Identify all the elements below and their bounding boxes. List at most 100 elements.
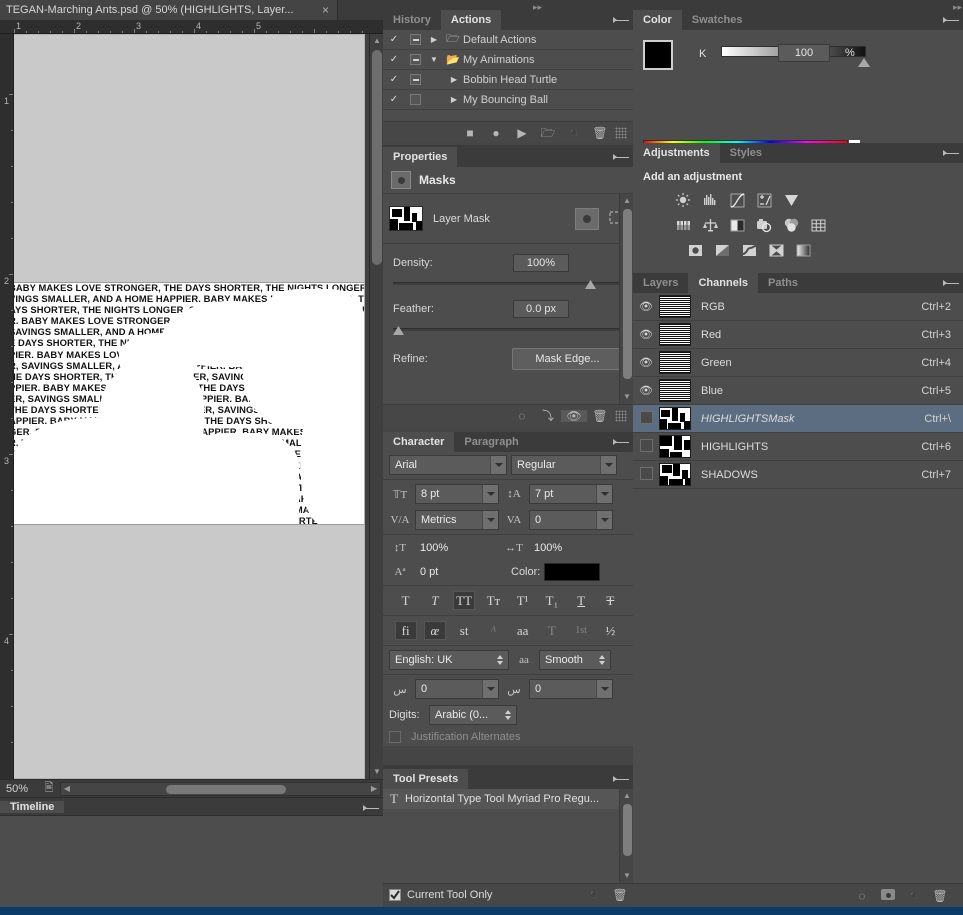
zoom-level[interactable]: 50% (0, 783, 38, 795)
scroll-up-icon[interactable]: ▲ (620, 789, 634, 803)
chevron-down-icon[interactable]: ▼ (425, 55, 443, 64)
action-dialog-toggle[interactable] (405, 54, 425, 65)
new-preset-icon[interactable]: ◾ (581, 889, 607, 901)
scroll-down-icon[interactable]: ▼ (620, 390, 634, 404)
standard-ligatures-button[interactable]: fi (394, 621, 417, 640)
tool-preset-item[interactable]: T Horizontal Type Tool Myriad Pro Regu..… (383, 789, 633, 809)
play-icon[interactable]: ▶ (509, 127, 535, 139)
scroll-down-icon[interactable]: ▼ (370, 765, 383, 779)
delete-channel-icon[interactable]: 🗑 (927, 890, 953, 902)
stop-icon[interactable]: ■ (457, 127, 483, 139)
close-icon[interactable]: × (318, 4, 333, 16)
channel-row-highlightsmask[interactable]: HIGHLIGHTSMask Ctrl+\ (633, 405, 963, 433)
color-balance-icon[interactable] (698, 214, 722, 236)
panel-drag-strip[interactable]: ▸▸ ▸▸ (383, 0, 963, 12)
action-dialog-toggle[interactable] (405, 74, 425, 85)
tab-actions[interactable]: Actions (440, 10, 502, 30)
timeline-body[interactable] (0, 816, 383, 907)
density-value[interactable]: 100% (513, 254, 569, 272)
record-icon[interactable]: ● (483, 127, 509, 139)
actions-list[interactable]: ✓ ▶ 🗁 Default Actions ✓ ▼ 📂 My Animation… (383, 30, 633, 121)
brightness-contrast-icon[interactable] (671, 189, 695, 211)
channel-row-rgb[interactable]: 👁 RGB Ctrl+2 (633, 293, 963, 321)
action-enabled-check[interactable]: ✓ (383, 94, 405, 105)
action-row-bobbin-head-turtle[interactable]: ✓ ▶ Bobbin Head Turtle (383, 70, 633, 90)
feather-value[interactable]: 0.0 px (513, 300, 569, 318)
action-dialog-toggle[interactable] (405, 34, 425, 45)
document-tab[interactable]: TEGAN-Marching Ants.psd @ 50% (HIGHLIGHT… (0, 0, 338, 20)
eye-icon[interactable]: 👁 (633, 356, 659, 369)
strikethrough-button[interactable]: T (599, 591, 621, 610)
resize-grip[interactable] (615, 409, 627, 422)
eye-icon[interactable]: 👁 (633, 300, 659, 313)
chevron-down-icon[interactable] (482, 511, 498, 529)
character-panel-menu-icon[interactable] (613, 436, 629, 448)
action-row-default-actions[interactable]: ✓ ▶ 🗁 Default Actions (383, 30, 633, 50)
superscript-button[interactable]: T¹ (512, 591, 534, 610)
leading-select[interactable]: 7 pt (529, 484, 613, 504)
all-caps-button[interactable]: TT (453, 591, 476, 610)
channel-thumbnail[interactable] (659, 435, 691, 458)
canvas-hscroll-thumb[interactable] (166, 784, 286, 794)
channel-row-highlights[interactable]: HIGHLIGHTS Ctrl+6 (633, 433, 963, 461)
mask-edge-button[interactable]: Mask Edge... (511, 348, 623, 370)
tab-color[interactable]: Color (633, 10, 682, 30)
delete-preset-icon[interactable]: 🗑 (607, 889, 633, 901)
canvas-horizontal-scrollbar[interactable]: ◀ ▶ (60, 781, 381, 796)
titling-alternates-button[interactable]: T (541, 621, 563, 640)
eye-icon[interactable]: 👁 (633, 328, 659, 341)
eye-toggle-empty[interactable] (633, 438, 659, 455)
delete-icon[interactable]: 🗑 (587, 127, 613, 139)
channel-thumbnail[interactable] (659, 351, 691, 374)
tab-history[interactable]: History (383, 10, 441, 30)
chevron-down-icon[interactable] (600, 456, 616, 474)
font-style-select[interactable]: Regular (511, 455, 617, 475)
ordinals-button[interactable]: 1st (570, 621, 592, 640)
load-selection-icon[interactable]: ◌ (509, 410, 535, 422)
actions-panel-menu-icon[interactable] (613, 14, 629, 26)
canvas-vertical-scrollbar[interactable]: ▲ ▼ (369, 34, 383, 779)
color-lookup-icon[interactable] (806, 214, 830, 236)
eye-toggle-empty[interactable] (633, 410, 659, 427)
channel-row-red[interactable]: 👁 Red Ctrl+3 (633, 321, 963, 349)
bold-button[interactable]: T (395, 591, 417, 610)
spinner-icon[interactable] (494, 655, 508, 665)
layer-mask-thumbnail[interactable] (389, 206, 423, 231)
resize-grip[interactable] (615, 126, 627, 139)
color-panel-menu-icon[interactable] (943, 14, 959, 26)
save-selection-icon[interactable] (875, 889, 901, 902)
channels-panel-menu-icon[interactable] (943, 277, 959, 289)
text-color-swatch[interactable] (544, 563, 601, 581)
k-slider-knob[interactable] (858, 58, 870, 67)
tab-layers[interactable]: Layers (633, 273, 689, 293)
tool-presets-scrollbar[interactable]: ▲ ▼ (619, 789, 633, 883)
channel-row-green[interactable]: 👁 Green Ctrl+4 (633, 349, 963, 377)
foreground-color-swatch[interactable] (643, 40, 673, 70)
tracking-select[interactable]: 0 (529, 510, 613, 530)
spinner-icon[interactable] (596, 655, 610, 665)
chevron-down-icon[interactable] (482, 485, 498, 503)
scroll-left-icon[interactable]: ◀ (61, 783, 73, 795)
scroll-down-icon[interactable]: ▼ (620, 869, 634, 883)
tool-presets-list[interactable]: T Horizontal Type Tool Myriad Pro Regu..… (383, 789, 633, 883)
vertical-scale-value[interactable]: 100% (415, 539, 473, 557)
k-value-input[interactable] (778, 44, 830, 62)
font-family-select[interactable]: Arial (389, 455, 507, 475)
arabic-right-select[interactable]: 0 (529, 679, 613, 699)
canvas-area[interactable]: BABY MAKES LOVE STRONGER, THE DAYS SHORT… (14, 34, 383, 779)
font-size-select[interactable]: 8 pt (415, 484, 499, 504)
italic-button[interactable]: T (424, 591, 446, 610)
apply-mask-icon[interactable]: ⤵ (535, 410, 561, 422)
layer-mask-row[interactable]: Layer Mask (383, 194, 633, 244)
eye-icon[interactable]: 👁 (633, 384, 659, 397)
properties-vertical-scrollbar[interactable]: ▲ ▼ (619, 194, 633, 404)
justification-alternates-checkbox[interactable] (389, 731, 401, 743)
chevron-down-icon[interactable] (596, 511, 612, 529)
vibrance-icon[interactable] (779, 189, 803, 211)
arabic-left-select[interactable]: 0 (415, 679, 499, 699)
posterize-icon[interactable] (710, 239, 734, 261)
tab-adjustments[interactable]: Adjustments (633, 143, 720, 163)
channels-list[interactable]: 👁 RGB Ctrl+2 👁 Red Ctrl+3 👁 Green Ctrl+4… (633, 293, 963, 883)
artboard[interactable]: BABY MAKES LOVE STRONGER, THE DAYS SHORT… (14, 34, 365, 779)
document-info-icon[interactable]: 🖹 (38, 779, 60, 798)
